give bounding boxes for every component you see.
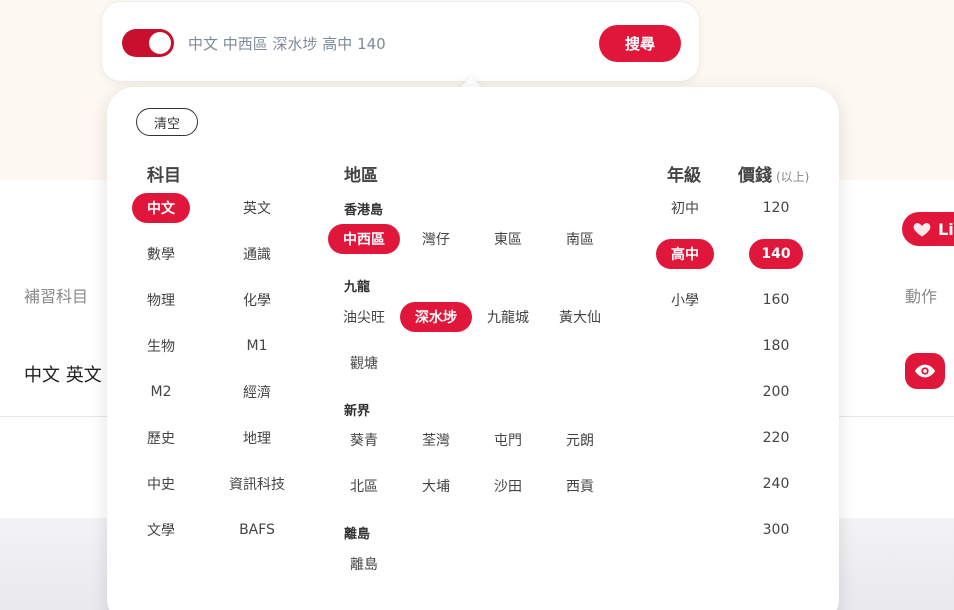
like-label: Li (938, 219, 954, 239)
price-chip[interactable]: 180 (749, 331, 803, 361)
district-group-kowloon: 九龍 (344, 280, 371, 295)
district-chip[interactable]: 黃大仙 (544, 302, 616, 332)
action-column-header: 動作 (905, 287, 938, 306)
subject-chip[interactable]: 英文 (215, 193, 299, 223)
price-chip[interactable]: 120 (749, 193, 803, 223)
subject-chip[interactable]: 生物 (132, 331, 190, 361)
district-chip[interactable]: 深水埗 (400, 302, 472, 332)
district-chip[interactable]: 油尖旺 (328, 302, 400, 332)
search-button[interactable]: 搜尋 (599, 25, 681, 62)
subject-chip[interactable]: 地理 (215, 423, 299, 453)
district-chip[interactable]: 屯門 (472, 425, 544, 455)
districts-title: 地區 (344, 166, 378, 186)
like-button[interactable]: Li (902, 212, 954, 246)
search-bar: 中文 中西區 深水埗 高中 140 搜尋 (101, 1, 700, 82)
district-chip[interactable]: 西貢 (544, 471, 616, 501)
district-group-new-territories: 新界 (344, 404, 371, 419)
clear-button[interactable]: 清空 (136, 108, 198, 136)
district-chip[interactable]: 觀塘 (328, 348, 400, 378)
prices-title: 價錢 (以上) (738, 161, 809, 186)
filter-panel: 清空 科目 地區 年級 價錢 (以上) 香港島 九龍 新界 離島 中文 英文 數學 通識… (107, 87, 839, 610)
district-chip[interactable]: 九龍城 (472, 302, 544, 332)
price-chip[interactable]: 160 (749, 285, 803, 315)
level-chip[interactable]: 小學 (656, 285, 714, 315)
district-chip[interactable]: 荃灣 (400, 425, 472, 455)
district-group-hk-island: 香港島 (344, 203, 384, 218)
subject-chip[interactable]: 中史 (132, 469, 190, 499)
subject-chip[interactable]: 數學 (132, 239, 190, 269)
district-chip[interactable]: 中西區 (328, 224, 400, 254)
subject-chip[interactable]: 文學 (132, 515, 190, 545)
subject-chip[interactable]: 資訊科技 (215, 469, 299, 499)
price-chip[interactable]: 300 (749, 515, 803, 545)
level-chip[interactable]: 高中 (656, 239, 714, 269)
district-chip[interactable]: 離島 (328, 549, 400, 579)
toggle-knob (149, 32, 171, 54)
price-chip[interactable]: 200 (749, 377, 803, 407)
search-mode-toggle[interactable] (122, 29, 174, 57)
row-subjects: 中文 英文 (24, 365, 102, 386)
subject-chip[interactable]: 通識 (215, 239, 299, 269)
view-button[interactable] (905, 353, 945, 389)
subject-chip[interactable]: BAFS (215, 515, 299, 545)
price-chip[interactable]: 220 (749, 423, 803, 453)
district-chip[interactable]: 沙田 (472, 471, 544, 501)
eye-icon (914, 364, 936, 378)
district-chip[interactable]: 元朗 (544, 425, 616, 455)
subject-chip[interactable]: M2 (132, 377, 190, 407)
district-chip[interactable]: 東區 (472, 224, 544, 254)
levels-title: 年級 (667, 166, 701, 186)
subject-chip[interactable]: 物理 (132, 285, 190, 315)
subject-chip[interactable]: 歷史 (132, 423, 190, 453)
district-chip[interactable]: 北區 (328, 471, 400, 501)
search-query-input[interactable]: 中文 中西區 深水埗 高中 140 (188, 33, 386, 54)
district-group-islands: 離島 (344, 527, 371, 542)
subject-chip[interactable]: 化學 (215, 285, 299, 315)
district-chip[interactable]: 葵青 (328, 425, 400, 455)
prices-subtitle: (以上) (776, 170, 810, 184)
district-chip[interactable]: 灣仔 (400, 224, 472, 254)
subject-column-header: 補習科目 (24, 287, 89, 306)
subject-chip[interactable]: M1 (215, 331, 299, 361)
district-chip[interactable]: 南區 (544, 224, 616, 254)
subject-chip[interactable]: 經濟 (215, 377, 299, 407)
district-chip[interactable]: 大埔 (400, 471, 472, 501)
prices-title-text: 價錢 (738, 166, 772, 186)
subjects-title: 科目 (147, 166, 181, 186)
price-chip[interactable]: 140 (749, 239, 803, 269)
price-chip[interactable]: 240 (749, 469, 803, 499)
level-chip[interactable]: 初中 (656, 193, 714, 223)
heart-icon (913, 223, 931, 237)
subject-chip[interactable]: 中文 (132, 193, 190, 223)
